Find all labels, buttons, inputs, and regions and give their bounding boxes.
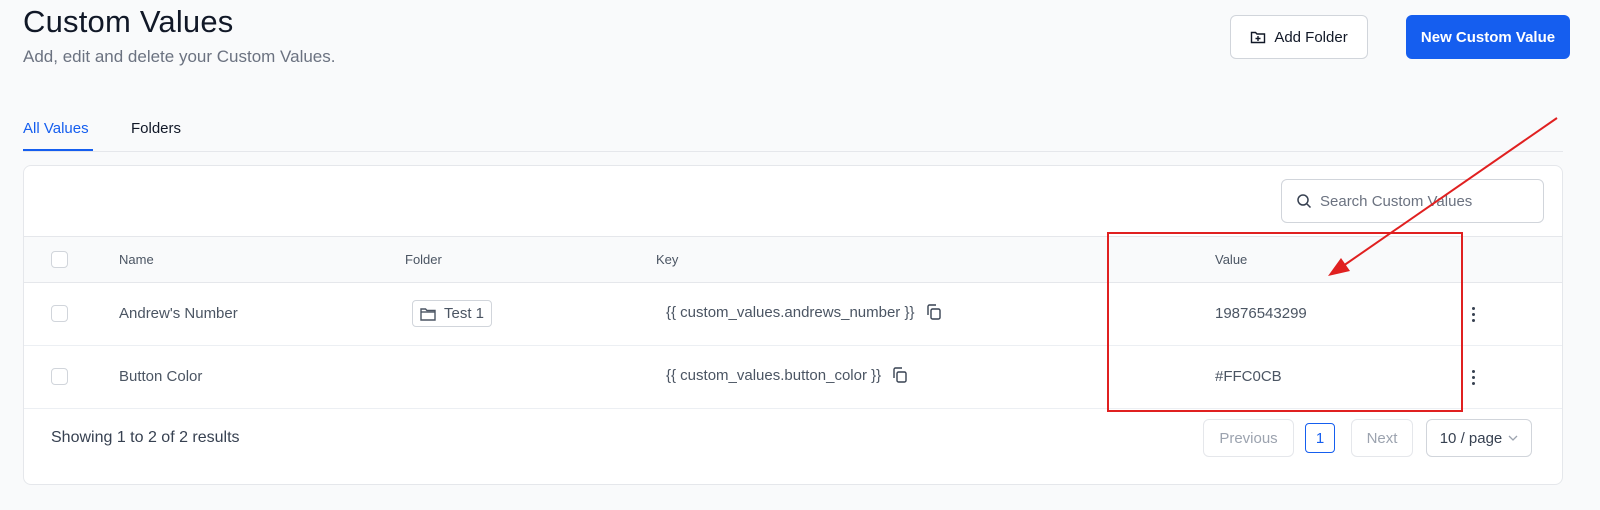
folder-plus-icon <box>1250 29 1266 45</box>
add-folder-label: Add Folder <box>1274 28 1348 46</box>
table-header: Name Folder Key Value <box>24 236 1562 283</box>
next-page-button[interactable]: Next <box>1351 419 1413 457</box>
column-header-value: Value <box>1215 252 1248 267</box>
tab-folders[interactable]: Folders <box>131 120 181 137</box>
page-number-button[interactable]: 1 <box>1305 423 1335 453</box>
search-box[interactable] <box>1281 179 1544 223</box>
results-summary: Showing 1 to 2 of 2 results <box>51 429 240 446</box>
page-title: Custom Values <box>23 4 234 39</box>
copy-icon[interactable] <box>891 366 909 384</box>
row-value: #FFC0CB <box>1215 368 1282 385</box>
row-checkbox[interactable] <box>51 368 68 385</box>
tabs: All Values Folders <box>23 100 1563 152</box>
row-name: Andrew's Number <box>119 305 238 322</box>
row-value: 19876543299 <box>1215 305 1307 322</box>
search-input[interactable] <box>1320 192 1540 210</box>
table-row: Button Color {{ custom_values.button_col… <box>24 346 1562 409</box>
active-tab-indicator <box>23 149 93 151</box>
row-checkbox[interactable] <box>51 305 68 322</box>
page-subtitle: Add, edit and delete your Custom Values. <box>23 47 336 66</box>
column-header-name: Name <box>119 252 154 267</box>
folder-tag[interactable]: Test 1 <box>412 300 493 327</box>
row-key: {{ custom_values.button_color }} <box>666 366 909 384</box>
row-key: {{ custom_values.andrews_number }} <box>666 303 943 321</box>
table-row: Andrew's Number Test 1 {{ custom_values.… <box>24 283 1562 346</box>
new-custom-value-button[interactable]: New Custom Value <box>1406 15 1570 59</box>
column-header-folder: Folder <box>405 252 442 267</box>
search-icon <box>1296 193 1312 209</box>
add-folder-button[interactable]: Add Folder <box>1230 15 1368 59</box>
tab-all-values[interactable]: All Values <box>23 120 89 137</box>
page-size-value: 10 / page <box>1439 429 1503 447</box>
previous-page-button[interactable]: Previous <box>1203 419 1294 457</box>
folder-icon <box>420 307 436 321</box>
select-all-checkbox[interactable] <box>51 251 68 268</box>
column-header-key: Key <box>656 252 679 267</box>
row-actions-menu-icon[interactable] <box>1466 302 1480 326</box>
row-actions-menu-icon[interactable] <box>1466 365 1480 389</box>
row-key-text: {{ custom_values.button_color }} <box>666 366 882 384</box>
row-name: Button Color <box>119 368 203 385</box>
chevron-down-icon <box>1508 435 1518 441</box>
page-size-select[interactable]: 10 / page <box>1426 419 1532 457</box>
copy-icon[interactable] <box>925 303 943 321</box>
folder-tag-label: Test 1 <box>444 305 485 322</box>
row-key-text: {{ custom_values.andrews_number }} <box>666 303 915 321</box>
custom-values-card: Name Folder Key Value Andrew's Number Te… <box>23 165 1563 485</box>
